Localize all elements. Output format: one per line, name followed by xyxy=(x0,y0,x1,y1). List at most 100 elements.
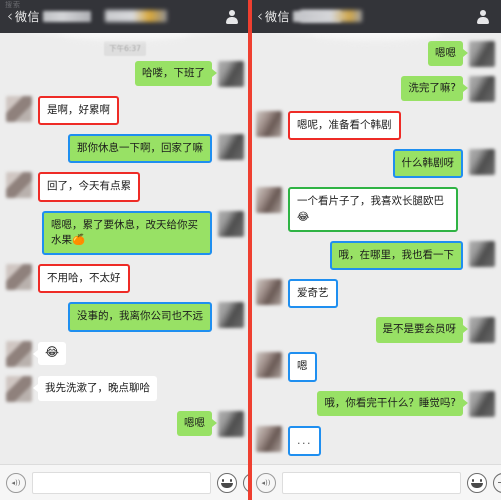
message-bubble[interactable]: ... xyxy=(288,425,321,456)
message-bubble[interactable]: 回了，今天有点累 xyxy=(38,172,140,202)
avatar[interactable] xyxy=(469,317,495,344)
message-bubble[interactable]: 不用哈，不太好 xyxy=(38,264,130,294)
avatar[interactable] xyxy=(218,134,244,161)
bubble-wrapper: 是啊，好累啊 xyxy=(38,96,119,126)
bubble-wrapper: 嗯嗯，累了要休息，改天给你买水果🍊 xyxy=(42,210,212,256)
message-text: 不用哈，不太好 xyxy=(47,272,121,285)
message-bubble[interactable]: 那你休息一下啊，回家了嘛 xyxy=(68,134,212,164)
message-row: 洗完了嘛? xyxy=(250,76,501,102)
message-text: 没事的，我离你公司也不远 xyxy=(77,310,203,323)
message-input-field[interactable] xyxy=(32,471,211,494)
message-text: 是啊，好累啊 xyxy=(47,104,110,116)
message-row: ... xyxy=(250,425,501,456)
avatar[interactable] xyxy=(469,149,495,176)
more-actions-icon[interactable] xyxy=(493,472,501,493)
header-title: 微信 xyxy=(265,10,291,24)
avatar[interactable] xyxy=(218,410,244,437)
message-bubble[interactable]: 洗完了嘛? xyxy=(401,76,468,102)
message-bubble[interactable]: 哦，在哪里，我也看一下 xyxy=(329,240,463,271)
message-text: 是不是要会员呀 xyxy=(382,323,457,336)
bubble-wrapper: 那你休息一下啊，回家了嘛 xyxy=(68,134,212,164)
message-bubble[interactable]: 嗯呢，准备看个韩剧 xyxy=(288,111,401,141)
message-bubble[interactable]: 😂 xyxy=(33,341,67,365)
bubble-wrapper: 不用哈，不太好 xyxy=(38,264,130,294)
voice-record-icon[interactable]: ◂)) xyxy=(256,472,276,493)
message-text: 我先洗漱了，晚点聊哈 xyxy=(45,381,150,394)
avatar[interactable] xyxy=(469,76,495,102)
message-text: 什么韩剧呀 xyxy=(401,157,455,170)
bubble-wrapper: 嗯呢，准备看个韩剧 xyxy=(288,111,401,141)
chat-panel-left: 搜索 ‹ 微信 下午6:37 哈喽，下班了 是啊，好累啊 那你休息一下啊，回家了嘛 回了，今天… xyxy=(0,0,250,500)
message-text: 爱奇艺 xyxy=(297,287,329,300)
avatar[interactable] xyxy=(256,425,282,452)
avatar[interactable] xyxy=(218,210,244,237)
bubble-wrapper: 是不是要会员呀 xyxy=(375,317,468,343)
avatar[interactable] xyxy=(469,240,495,267)
back-chevron-icon[interactable]: ‹ xyxy=(7,9,13,24)
message-row: 爱奇艺 xyxy=(250,279,501,309)
message-bubble[interactable]: 一个看片子了，我喜欢长腿欧巴😂 xyxy=(288,187,458,232)
bubble-tail xyxy=(33,383,38,392)
back-chevron-icon[interactable]: ‹ xyxy=(257,9,263,24)
message-bubble[interactable]: 是不是要会员呀 xyxy=(375,317,468,343)
message-bubble[interactable]: 哦，你看完干什么？睡觉吗? xyxy=(317,390,468,416)
contact-icon-head xyxy=(480,9,486,16)
avatar[interactable] xyxy=(6,96,32,122)
message-row: 😂 xyxy=(0,340,250,367)
avatar[interactable] xyxy=(469,41,495,67)
avatar[interactable] xyxy=(256,111,282,137)
avatar[interactable] xyxy=(218,61,244,87)
avatar[interactable] xyxy=(6,264,32,291)
message-bubble[interactable]: 什么韩剧呀 xyxy=(392,149,463,179)
message-bubble[interactable]: 哈喽，下班了 xyxy=(135,61,217,87)
message-bubble[interactable]: 我先洗漱了，晚点聊哈 xyxy=(33,375,157,401)
message-text: 嗯嗯，累了要休息，改天给你买水果🍊 xyxy=(51,218,198,246)
message-row: 是不是要会员呀 xyxy=(250,317,501,344)
emoji-eye-right xyxy=(480,478,482,482)
avatar[interactable] xyxy=(256,352,282,379)
chat-header: 搜索 ‹ 微信 xyxy=(0,0,250,33)
message-bubble[interactable]: 爱奇艺 xyxy=(288,279,338,309)
message-row: 嗯呢，准备看个韩剧 xyxy=(250,111,501,141)
message-row: 那你休息一下啊，回家了嘛 xyxy=(0,134,250,164)
bubble-wrapper: 洗完了嘛? xyxy=(401,76,468,102)
contact-profile-icon[interactable] xyxy=(224,9,240,25)
avatar[interactable] xyxy=(218,302,244,329)
message-row: 嗯 xyxy=(250,352,501,382)
message-input-field[interactable] xyxy=(282,471,461,494)
bubble-wrapper: 哦，你看完干什么？睡觉吗? xyxy=(317,390,468,416)
contact-profile-icon[interactable] xyxy=(475,9,491,25)
avatar[interactable] xyxy=(469,390,495,417)
header-blurred-badge xyxy=(105,10,167,22)
emoji-picker-icon[interactable] xyxy=(467,472,487,493)
message-bubble[interactable]: 嗯嗯 xyxy=(177,410,217,436)
emoji-picker-icon[interactable] xyxy=(217,472,237,493)
bubble-tail xyxy=(463,84,468,92)
message-bubble[interactable]: 嗯嗯，累了要休息，改天给你买水果🍊 xyxy=(42,210,212,256)
message-bubble[interactable]: 是啊，好累啊 xyxy=(38,96,119,126)
message-row: 没事的，我离你公司也不远 xyxy=(0,302,250,332)
message-bubble[interactable]: 嗯嗯 xyxy=(428,41,468,67)
message-list[interactable]: 嗯嗯洗完了嘛? 嗯呢，准备看个韩剧什么韩剧呀一个看片子了，我喜欢长腿欧巴😂 哦，在哪… xyxy=(250,33,501,464)
bubble-wrapper: 什么韩剧呀 xyxy=(392,149,463,179)
avatar[interactable] xyxy=(256,187,282,214)
message-bubble[interactable]: 没事的，我离你公司也不远 xyxy=(68,302,212,332)
message-bubble[interactable]: 嗯 xyxy=(288,352,317,382)
message-row: 一个看片子了，我喜欢长腿欧巴😂 xyxy=(250,187,501,232)
emoji-mouth xyxy=(471,482,483,488)
message-list[interactable]: 下午6:37 哈喽，下班了 是啊，好累啊 那你休息一下啊，回家了嘛 回了，今天有点累 嗯嗯… xyxy=(0,33,250,464)
message-text: 嗯嗯 xyxy=(435,47,456,59)
avatar[interactable] xyxy=(6,172,32,199)
message-text: 嗯呢，准备看个韩剧 xyxy=(297,119,392,131)
message-text: 回了，今天有点累 xyxy=(47,180,131,193)
bubble-tail xyxy=(463,398,468,407)
bubble-wrapper: ... xyxy=(288,425,321,456)
message-text: 洗完了嘛? xyxy=(408,82,456,94)
voice-record-icon[interactable]: ◂)) xyxy=(6,472,26,493)
avatar[interactable] xyxy=(6,340,32,367)
voice-glyph: ◂)) xyxy=(261,478,271,487)
bubble-wrapper: 回了，今天有点累 xyxy=(38,172,140,202)
message-text: ... xyxy=(297,433,312,447)
avatar[interactable] xyxy=(6,375,32,402)
avatar[interactable] xyxy=(256,279,282,306)
